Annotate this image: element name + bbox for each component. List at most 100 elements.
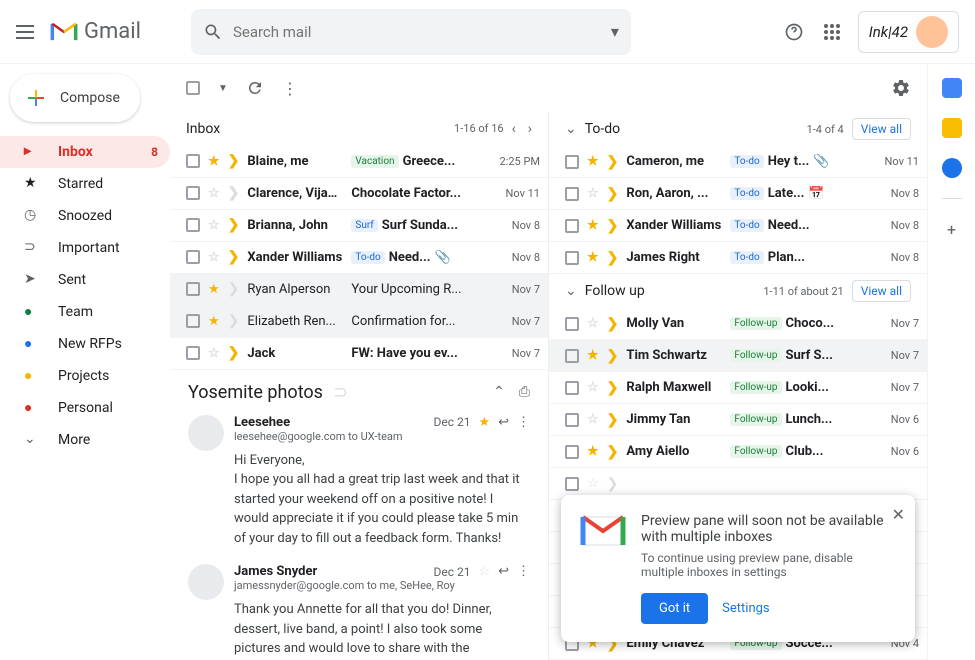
star-icon[interactable]: ☆ bbox=[208, 186, 220, 201]
important-icon[interactable]: ❯ bbox=[607, 412, 619, 428]
important-icon[interactable]: ❯ bbox=[607, 186, 619, 202]
calendar-addon-icon[interactable] bbox=[942, 78, 962, 98]
email-row[interactable]: ☆ ❯ Ralph Maxwell Follow-upLooki... Nov … bbox=[549, 372, 927, 404]
message-more-icon[interactable]: ⋮ bbox=[517, 415, 530, 430]
reply-icon[interactable]: ↩ bbox=[498, 564, 509, 579]
message-more-icon[interactable]: ⋮ bbox=[517, 564, 530, 579]
sidebar-item-snoozed[interactable]: ◷Snoozed bbox=[0, 200, 170, 232]
email-row[interactable]: ☆ ❯ Jack FW: Have you ev... Nov 7 bbox=[170, 338, 548, 370]
apps-icon[interactable] bbox=[820, 20, 844, 44]
search-bar[interactable]: ▾ bbox=[191, 9, 631, 55]
email-row[interactable]: ★ ❯ Ryan Alperson Your Upcoming R... Nov… bbox=[170, 274, 548, 306]
email-row[interactable]: ★ ❯ James Right To-doPlan... Nov 8 bbox=[549, 242, 927, 274]
row-checkbox[interactable] bbox=[565, 381, 579, 395]
row-checkbox[interactable] bbox=[565, 445, 579, 459]
important-icon[interactable]: ❯ bbox=[607, 348, 619, 364]
sidebar-item-new-rfps[interactable]: ●New RFPs bbox=[0, 328, 170, 360]
star-icon[interactable]: ★ bbox=[587, 444, 599, 459]
star-icon[interactable]: ★ bbox=[587, 218, 599, 233]
email-row[interactable]: ☆ ❯ Clarence, Vijay 13 Chocolate Factor.… bbox=[170, 178, 548, 210]
row-checkbox[interactable] bbox=[186, 282, 200, 296]
important-icon[interactable]: ❯ bbox=[228, 185, 240, 201]
star-icon[interactable]: ★ bbox=[208, 154, 220, 169]
row-checkbox[interactable] bbox=[186, 186, 200, 200]
star-icon[interactable]: ★ bbox=[587, 250, 599, 265]
row-checkbox[interactable] bbox=[186, 346, 200, 360]
important-icon[interactable]: ❯ bbox=[607, 380, 619, 396]
important-icon[interactable]: ❯ bbox=[607, 476, 619, 492]
important-icon[interactable]: ❯ bbox=[607, 316, 619, 332]
star-icon[interactable]: ★ bbox=[587, 154, 599, 169]
star-icon[interactable]: ☆ bbox=[208, 218, 220, 233]
email-row[interactable]: ☆ ❯ Ron, Aaron, ... To-doLate... 📅 Nov 8 bbox=[549, 178, 927, 210]
star-icon[interactable]: ☆ bbox=[208, 346, 220, 361]
important-icon[interactable]: ❯ bbox=[228, 281, 240, 297]
star-icon[interactable]: ☆ bbox=[208, 250, 220, 265]
print-icon[interactable]: ⎙ bbox=[519, 384, 530, 400]
message-star-icon[interactable]: ☆ bbox=[478, 564, 490, 579]
important-icon[interactable]: ❯ bbox=[607, 218, 619, 234]
more-icon[interactable]: ⋮ bbox=[282, 79, 298, 98]
email-row[interactable]: ★ ❯ Xander Williams To-doNeed... Nov 8 bbox=[549, 210, 927, 242]
important-icon[interactable]: ❯ bbox=[607, 444, 619, 460]
reply-icon[interactable]: ↩ bbox=[498, 415, 509, 430]
prev-page-icon[interactable]: ‹ bbox=[512, 121, 516, 137]
keep-addon-icon[interactable] bbox=[942, 118, 962, 138]
important-icon[interactable]: ❯ bbox=[228, 153, 240, 169]
collapse-chevron-icon[interactable]: ⌄ bbox=[565, 283, 577, 299]
label-icon[interactable]: ⊃ bbox=[333, 382, 348, 403]
email-row[interactable]: ★ ❯ Cameron, me To-doHey t... 📎 Nov 11 bbox=[549, 146, 927, 178]
row-checkbox[interactable] bbox=[565, 349, 579, 363]
star-icon[interactable]: ☆ bbox=[587, 380, 599, 395]
row-checkbox[interactable] bbox=[186, 250, 200, 264]
row-checkbox[interactable] bbox=[565, 219, 579, 233]
star-icon[interactable]: ☆ bbox=[587, 476, 599, 491]
next-page-icon[interactable]: › bbox=[528, 121, 532, 137]
email-row[interactable]: ☆ ❯ Xander Williams To-doNeed... 📎 Nov 8 bbox=[170, 242, 548, 274]
email-row[interactable]: ☆ ❯ Brianna, John SurfSurf Sunda... Nov … bbox=[170, 210, 548, 242]
row-checkbox[interactable] bbox=[565, 251, 579, 265]
row-checkbox[interactable] bbox=[565, 155, 579, 169]
star-icon[interactable]: ★ bbox=[208, 314, 220, 329]
sidebar-item-sent[interactable]: ➤Sent bbox=[0, 264, 170, 296]
tasks-addon-icon[interactable] bbox=[942, 158, 962, 178]
select-all-checkbox[interactable] bbox=[186, 81, 200, 95]
row-checkbox[interactable] bbox=[186, 314, 200, 328]
sidebar-item-more[interactable]: ⌄More bbox=[0, 424, 170, 456]
refresh-icon[interactable] bbox=[246, 79, 264, 97]
star-icon[interactable]: ☆ bbox=[587, 316, 599, 331]
todo-viewall[interactable]: View all bbox=[852, 118, 911, 140]
important-icon[interactable]: ❯ bbox=[228, 249, 240, 265]
message-star-icon[interactable]: ★ bbox=[478, 415, 490, 430]
sidebar-item-inbox[interactable]: ▸Inbox8 bbox=[0, 136, 170, 168]
settings-icon[interactable] bbox=[891, 78, 911, 98]
sidebar-item-important[interactable]: ⊃Important bbox=[0, 232, 170, 264]
popup-settings-link[interactable]: Settings bbox=[722, 601, 769, 616]
search-input[interactable] bbox=[233, 23, 611, 41]
compose-button[interactable]: Compose bbox=[10, 74, 140, 122]
row-checkbox[interactable] bbox=[186, 218, 200, 232]
email-row[interactable]: ★ ❯ Blaine, me VacationGreece... 2:25 PM bbox=[170, 146, 548, 178]
important-icon[interactable]: ❯ bbox=[228, 313, 240, 329]
star-icon[interactable]: ☆ bbox=[587, 186, 599, 201]
account-switcher[interactable]: Ink|42 bbox=[858, 11, 959, 53]
row-checkbox[interactable] bbox=[565, 477, 579, 491]
important-icon[interactable]: ❯ bbox=[607, 154, 619, 170]
main-menu-icon[interactable] bbox=[16, 20, 40, 44]
email-row[interactable]: ☆ ❯ Jimmy Tan Follow-upLunch... Nov 6 bbox=[549, 404, 927, 436]
row-checkbox[interactable] bbox=[565, 317, 579, 331]
important-icon[interactable]: ❯ bbox=[228, 345, 240, 361]
search-options-icon[interactable]: ▾ bbox=[611, 22, 619, 41]
select-dropdown-icon[interactable]: ▼ bbox=[218, 83, 228, 94]
close-popup-icon[interactable]: ✕ bbox=[892, 505, 905, 524]
add-addon-icon[interactable]: + bbox=[942, 219, 962, 239]
sidebar-item-personal[interactable]: ●Personal bbox=[0, 392, 170, 424]
collapse-chevron-icon[interactable]: ⌄ bbox=[565, 121, 577, 137]
star-icon[interactable]: ★ bbox=[587, 348, 599, 363]
followup-viewall[interactable]: View all bbox=[852, 280, 911, 302]
sidebar-item-starred[interactable]: ★Starred bbox=[0, 168, 170, 200]
important-icon[interactable]: ❯ bbox=[228, 217, 240, 233]
star-icon[interactable]: ★ bbox=[208, 282, 220, 297]
avatar[interactable] bbox=[916, 16, 948, 48]
sidebar-item-team[interactable]: ●Team bbox=[0, 296, 170, 328]
